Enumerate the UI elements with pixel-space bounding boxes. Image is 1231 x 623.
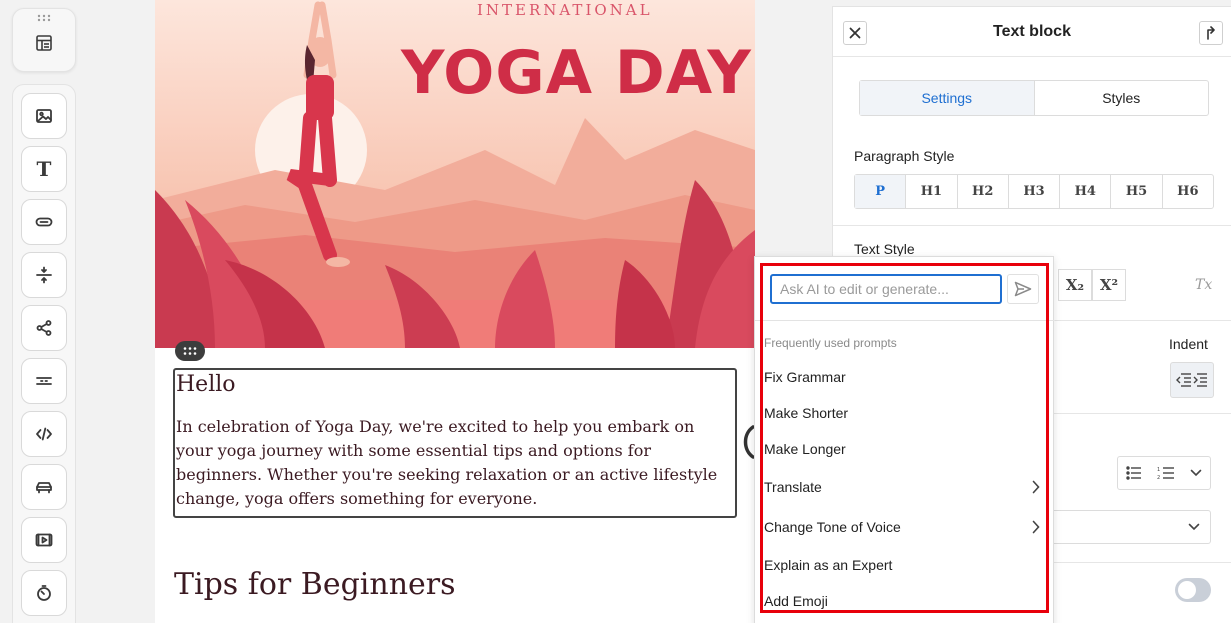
- prompts-section-title: Frequently used prompts: [764, 336, 897, 350]
- text-block-body[interactable]: In celebration of Yoga Day, we're excite…: [176, 415, 735, 511]
- move-up-button[interactable]: [1199, 21, 1223, 45]
- button-tool-button[interactable]: [21, 199, 67, 245]
- tab-settings[interactable]: Settings: [860, 81, 1035, 115]
- prompt-make-shorter[interactable]: Make Shorter: [764, 403, 1046, 423]
- subscript-button[interactable]: X₂: [1058, 269, 1092, 301]
- html-tool-button[interactable]: [21, 411, 67, 457]
- bulleted-list-icon: [1126, 466, 1141, 480]
- ai-input-row: [755, 257, 1055, 321]
- layout-icon: [36, 34, 52, 51]
- share-icon: [36, 320, 52, 336]
- code-icon: [36, 427, 52, 441]
- list-style-group[interactable]: 12: [1117, 456, 1211, 490]
- video-icon: [35, 533, 53, 547]
- button-icon: [35, 217, 53, 227]
- prompt-label: Make Longer: [764, 441, 846, 457]
- prompt-label: Change Tone of Voice: [764, 519, 901, 535]
- prompt-translate[interactable]: Translate: [764, 477, 1046, 497]
- timer-icon: [37, 585, 51, 601]
- paragraph-style-label: Paragraph Style: [854, 148, 955, 164]
- chevron-down-icon: [1188, 523, 1200, 531]
- prompt-fix-grammar[interactable]: Fix Grammar: [764, 367, 1046, 387]
- hero-subtitle: INTERNATIONAL: [477, 1, 653, 19]
- numbered-list-icon: 12: [1157, 467, 1174, 480]
- prompt-explain-expert[interactable]: Explain as an Expert: [764, 555, 1046, 575]
- paragraph-style-h3[interactable]: H3: [1009, 175, 1061, 208]
- panel-header: Text block: [833, 7, 1231, 57]
- image-icon: [36, 109, 52, 123]
- clear-format-button[interactable]: Tx: [1195, 277, 1212, 293]
- layout-button[interactable]: [34, 33, 54, 58]
- send-icon: [1014, 281, 1032, 297]
- video-tool-button[interactable]: [21, 517, 67, 563]
- section-divider: [833, 225, 1231, 226]
- ai-send-button[interactable]: [1007, 274, 1039, 304]
- text-icon: T: [36, 157, 52, 181]
- paragraph-style-h5[interactable]: H5: [1111, 175, 1163, 208]
- chevron-down-icon: [1190, 469, 1202, 477]
- prompt-change-tone[interactable]: Change Tone of Voice: [764, 517, 1046, 537]
- indent-buttons[interactable]: [1170, 362, 1214, 398]
- drag-handle-icon[interactable]: [36, 14, 52, 22]
- prompt-label: Make Shorter: [764, 405, 849, 421]
- drag-handle-icon: [183, 347, 197, 355]
- spacer-icon: [36, 266, 52, 284]
- image-tool-button[interactable]: [21, 93, 67, 139]
- tips-heading[interactable]: Tips for Beginners: [174, 567, 456, 602]
- car-tool-button[interactable]: [21, 464, 67, 510]
- prompt-label: Add Emoji: [764, 593, 828, 609]
- chevron-right-icon: [1032, 480, 1040, 494]
- spacer-tool-button[interactable]: [21, 252, 67, 298]
- selected-text-block[interactable]: Hello In celebration of Yoga Day, we're …: [173, 368, 737, 518]
- text-block-heading[interactable]: Hello: [176, 371, 735, 399]
- paragraph-style-group: P H1 H2 H3 H4 H5 H6: [854, 174, 1214, 209]
- indent-label: Indent: [1169, 336, 1208, 352]
- prompt-make-longer[interactable]: Make Longer: [764, 439, 1046, 459]
- paragraph-style-h4[interactable]: H4: [1060, 175, 1112, 208]
- hero-title: YOGA DAY: [401, 38, 752, 108]
- text-style-label: Text Style: [854, 241, 915, 257]
- social-tool-button[interactable]: [21, 305, 67, 351]
- divider-tool-button[interactable]: [21, 358, 67, 404]
- paragraph-style-h6[interactable]: H6: [1163, 175, 1213, 208]
- car-icon: [36, 482, 52, 494]
- divider-icon: [36, 377, 52, 385]
- prompt-label: Explain as an Expert: [764, 557, 893, 573]
- prompt-label: Fix Grammar: [764, 369, 846, 385]
- arrow-up-icon: [1207, 26, 1215, 40]
- ai-assistant-popup: Frequently used prompts Fix Grammar Make…: [754, 256, 1055, 623]
- ai-prompt-input[interactable]: [770, 274, 1002, 304]
- svg-text:2: 2: [1157, 475, 1160, 480]
- timer-tool-button[interactable]: [21, 570, 67, 616]
- paragraph-style-h1[interactable]: H1: [906, 175, 958, 208]
- panel-title: Text block: [993, 23, 1071, 40]
- paragraph-style-h2[interactable]: H2: [958, 175, 1009, 208]
- prompt-label: Translate: [764, 479, 822, 495]
- toggle-switch[interactable]: [1175, 578, 1211, 602]
- superscript-button[interactable]: X²: [1092, 269, 1126, 301]
- panel-tabs: Settings Styles: [859, 80, 1209, 116]
- chevron-right-icon: [1032, 520, 1040, 534]
- paragraph-style-p[interactable]: P: [855, 175, 907, 208]
- text-tool-button[interactable]: T: [21, 146, 67, 192]
- content-tool-group: T: [12, 84, 76, 623]
- tab-styles[interactable]: Styles: [1035, 81, 1209, 115]
- svg-text:1: 1: [1157, 467, 1160, 473]
- email-canvas: INTERNATIONAL YOGA DAY Hello In celebrat…: [155, 0, 755, 623]
- indent-icon: [1176, 373, 1207, 387]
- layout-tool-group: [12, 8, 76, 72]
- prompt-add-emoji[interactable]: Add Emoji: [764, 591, 1046, 611]
- block-drag-handle[interactable]: [175, 341, 205, 361]
